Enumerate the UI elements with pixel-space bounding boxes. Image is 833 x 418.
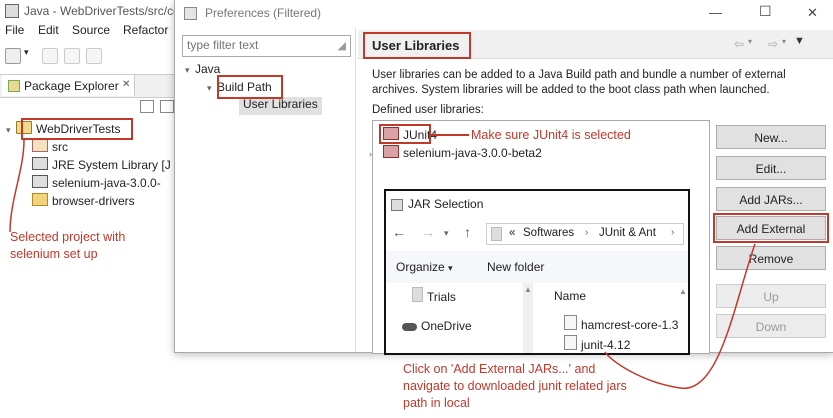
annotation-click-note: Click on 'Add External JARs...' and navi… (403, 362, 627, 410)
arrow-project (9, 139, 25, 233)
annotation-arrows (9, 139, 756, 389)
